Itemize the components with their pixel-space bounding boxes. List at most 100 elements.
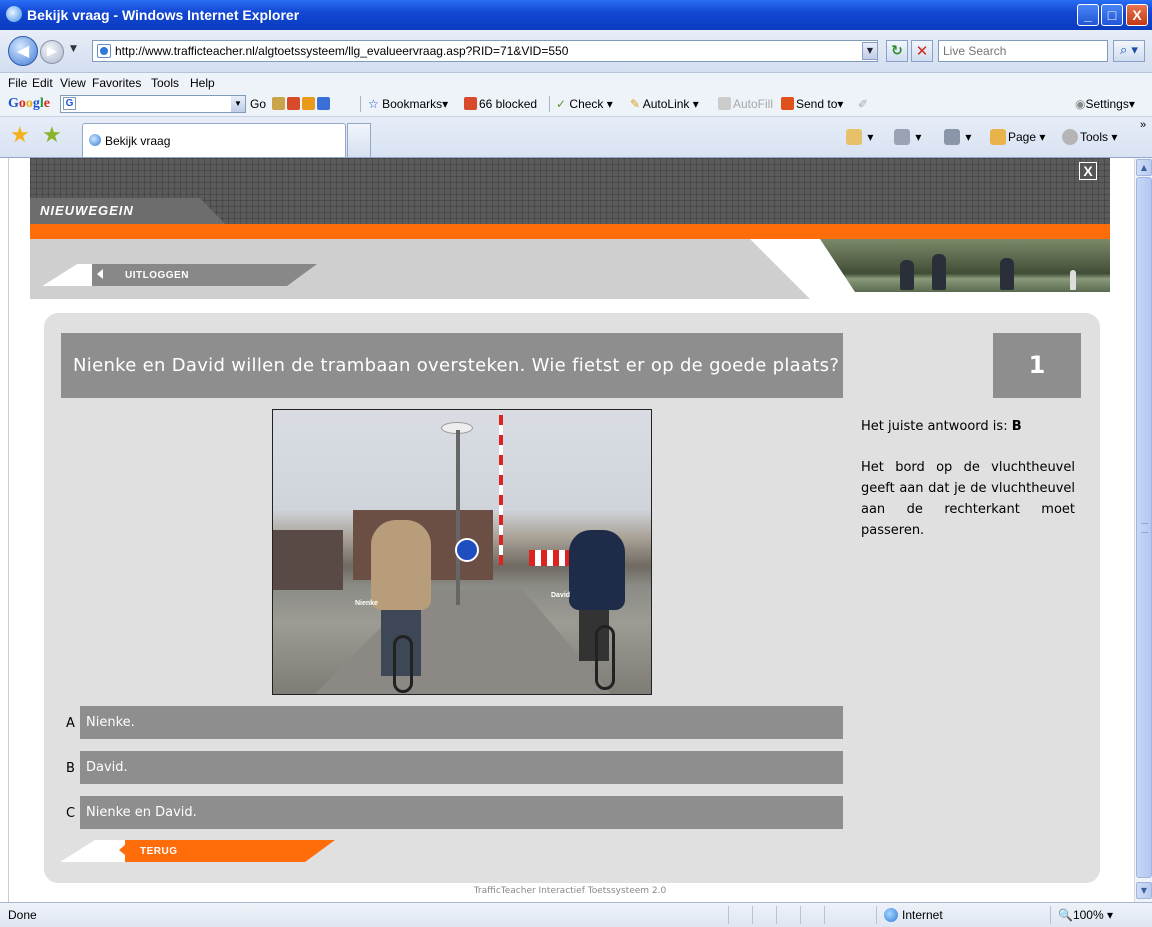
close-icon[interactable]: X xyxy=(1079,162,1097,180)
tab-page-icon xyxy=(89,134,101,146)
refresh-icon[interactable]: ↻ xyxy=(886,40,908,62)
status-divider xyxy=(776,906,777,924)
popup-blocked-button[interactable]: 66 blocked xyxy=(464,97,537,111)
google-search-input[interactable]: G ▼ xyxy=(60,95,246,113)
toolbar-separator xyxy=(360,96,361,112)
option-a[interactable]: Nienke. xyxy=(80,706,843,739)
header-photo xyxy=(820,239,1110,292)
scroll-up-icon[interactable]: ▲ xyxy=(1136,159,1152,176)
print-button[interactable]: ▾ xyxy=(944,129,971,145)
arrow-left-icon xyxy=(119,845,125,855)
logout-label[interactable]: UITLOGGEN xyxy=(125,270,189,281)
toolbar-separator xyxy=(549,96,550,112)
google-logo: Google xyxy=(8,96,50,111)
status-bar: Done Internet 🔍100% ▾ xyxy=(0,902,1152,927)
google-toolbar: Google G ▼ Go ☆ Bookmarks▾ 66 blocked ✓ … xyxy=(0,93,1152,117)
tab-bekijk-vraag[interactable]: Bekijk vraag xyxy=(82,123,346,157)
page-menu-button[interactable]: Page ▾ xyxy=(990,129,1045,145)
page-icon xyxy=(990,129,1006,145)
menu-bar: File Edit View Favorites Tools Help xyxy=(0,73,1152,93)
autofill-icon xyxy=(718,97,731,110)
footer-text: TrafficTeacher Interactief Toetssysteem … xyxy=(473,886,667,896)
crossing-signal-shape xyxy=(499,415,503,565)
live-search-input[interactable] xyxy=(938,40,1108,62)
chevron-right-icon[interactable]: » xyxy=(1140,119,1146,131)
terug-label[interactable]: TERUG xyxy=(140,846,178,857)
option-c-letter: C xyxy=(66,806,76,821)
menu-edit[interactable]: Edit xyxy=(32,76,53,90)
globe-icon xyxy=(884,908,898,922)
home-button[interactable]: ▾ xyxy=(846,129,873,145)
stop-icon[interactable]: ✕ xyxy=(911,40,933,62)
status-divider xyxy=(824,906,825,924)
menu-view[interactable]: View xyxy=(60,76,86,90)
settings-icon: ◉ xyxy=(1075,97,1086,111)
address-dropdown-icon[interactable]: ▼ xyxy=(862,42,878,60)
google-dropdown-icon[interactable]: ▼ xyxy=(231,96,245,112)
gear-icon xyxy=(1062,129,1078,145)
address-url: http://www.trafficteacher.nl/algtoetssys… xyxy=(115,44,569,58)
status-text: Done xyxy=(8,908,37,922)
sendto-button[interactable]: Send to▾ xyxy=(781,97,843,111)
forward-button[interactable]: ▶ xyxy=(40,40,64,64)
menu-help[interactable]: Help xyxy=(190,76,215,90)
close-window-button[interactable]: X xyxy=(1126,4,1148,26)
answer-explanation: Het bord op de vluchtheuvel geeft aan da… xyxy=(861,460,1075,538)
scroll-thumb[interactable] xyxy=(1136,177,1152,878)
option-b[interactable]: David. xyxy=(80,751,843,784)
new-tab-button[interactable] xyxy=(347,123,371,157)
feeds-button[interactable]: ▾ xyxy=(894,129,921,145)
rss-icon xyxy=(894,129,910,145)
back-button[interactable]: ◀ xyxy=(8,36,38,66)
minimize-button[interactable]: _ xyxy=(1077,4,1099,26)
address-field[interactable]: http://www.trafficteacher.nl/algtoetssys… xyxy=(92,40,878,62)
blocker-icon xyxy=(464,97,477,110)
status-divider xyxy=(800,906,801,924)
viewport-edge xyxy=(0,158,9,902)
google-tools-icons[interactable] xyxy=(272,97,332,111)
favorites-center-icon[interactable]: ★ xyxy=(10,124,30,146)
site-logo: NIEUWEGEIN xyxy=(40,203,134,218)
correct-answer-letter: B xyxy=(1011,419,1022,434)
page-viewport: NIEUWEGEIN X UITLOGGEN Nienke en David w… xyxy=(0,158,1152,902)
trafficteacher-page: NIEUWEGEIN X UITLOGGEN Nienke en David w… xyxy=(30,158,1110,902)
question-text: Nienke en David willen de trambaan overs… xyxy=(73,355,840,376)
security-zone[interactable]: Internet xyxy=(884,908,943,922)
autolink-button[interactable]: ✎ AutoLink ▾ xyxy=(630,97,699,111)
status-divider xyxy=(1050,906,1051,924)
scroll-down-icon[interactable]: ▼ xyxy=(1136,882,1152,899)
page-icon xyxy=(97,44,111,58)
maximize-button[interactable]: □ xyxy=(1101,4,1123,26)
sendto-icon xyxy=(781,97,794,110)
tab-bar: ★ ★ Bekijk vraag ▾ ▾ ▾ Page ▾ Tools ▾ » xyxy=(0,117,1152,158)
tools-menu-button[interactable]: Tools ▾ xyxy=(1062,129,1117,145)
star-icon: ☆ xyxy=(368,97,379,111)
history-dropdown-icon[interactable]: ▼ xyxy=(70,44,77,54)
menu-tools[interactable]: Tools xyxy=(151,76,179,90)
address-toolbar: ◀ ▶ ▼ http://www.trafficteacher.nl/algto… xyxy=(0,30,1152,73)
option-c[interactable]: Nienke en David. xyxy=(80,796,843,829)
check-icon: ✓ xyxy=(556,97,567,111)
add-favorite-icon[interactable]: ★ xyxy=(42,124,62,146)
menu-file[interactable]: File xyxy=(8,76,27,90)
question-number: 1 xyxy=(993,333,1081,398)
search-icon[interactable]: ⌕ ▾ xyxy=(1113,40,1145,62)
correct-answer: Het juiste antwoord is: B xyxy=(861,419,1022,434)
tab-label: Bekijk vraag xyxy=(105,134,171,148)
bookmarks-button[interactable]: ☆ Bookmarks▾ xyxy=(368,97,448,111)
status-divider xyxy=(728,906,729,924)
menu-favorites[interactable]: Favorites xyxy=(92,76,141,90)
zoom-level[interactable]: 🔍100% ▾ xyxy=(1058,908,1113,922)
option-a-letter: A xyxy=(66,716,75,731)
orange-divider xyxy=(30,224,1110,239)
autofill-button[interactable]: AutoFill xyxy=(718,97,773,111)
pencil-icon[interactable]: ✐ xyxy=(858,97,868,111)
status-divider xyxy=(752,906,753,924)
google-go-button[interactable]: Go xyxy=(250,97,266,111)
vertical-scrollbar[interactable]: ▲ ▼ xyxy=(1134,158,1152,902)
status-divider xyxy=(876,906,877,924)
spellcheck-button[interactable]: ✓ Check ▾ xyxy=(556,97,613,111)
photo-label-david: David xyxy=(551,592,571,599)
keep-right-sign-shape xyxy=(455,538,479,562)
settings-button[interactable]: ◉Settings▾ xyxy=(1075,97,1135,111)
